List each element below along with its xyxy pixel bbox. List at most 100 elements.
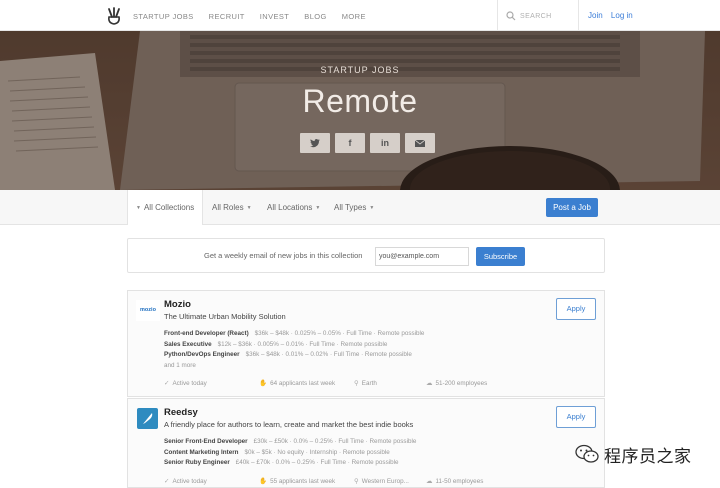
filter-roles[interactable]: All Roles ▼: [204, 190, 260, 224]
join-link[interactable]: Join: [588, 11, 603, 20]
twitter-icon: [310, 138, 320, 147]
hero-subtitle: STARTUP JOBS: [320, 65, 400, 75]
wechat-icon: [575, 444, 599, 463]
login-link[interactable]: Log in: [611, 11, 633, 20]
job-row[interactable]: Senior Ruby Engineer £40k – £70k · 0.0% –…: [164, 459, 416, 470]
applicants-count: ✋ 55 applicants last week: [259, 477, 335, 485]
facebook-icon: f: [348, 138, 352, 148]
reedsy-logo[interactable]: [137, 408, 158, 429]
job-row[interactable]: Sales Executive $12k – $36k · 0.005% – 0.…: [164, 341, 424, 352]
activity-icon: ✓: [164, 478, 170, 485]
filter-types[interactable]: All Types ▼: [326, 190, 382, 224]
nav-more[interactable]: MORE: [342, 12, 366, 21]
job-details: £40k – £70k · 0.0% – 0.25% · Full Time ·…: [235, 459, 399, 466]
applicants-count: ✋ 64 applicants last week: [259, 379, 335, 387]
size-text: 11-50 employees: [435, 478, 484, 485]
company-size: ☁ 11-50 employees: [426, 477, 483, 485]
caret-down-icon: ▼: [369, 205, 375, 211]
company-size: ☁ 51-200 employees: [426, 379, 487, 387]
activity-text: Active today: [172, 478, 207, 485]
search-input[interactable]: [520, 9, 576, 23]
subscribe-button[interactable]: Subscribe: [476, 247, 525, 266]
job-title[interactable]: Python/DevOps Engineer: [164, 351, 240, 358]
activity-status: ✓ Active today: [164, 379, 207, 387]
share-twitter-button[interactable]: [300, 133, 330, 153]
filter-types-label: All Types: [334, 203, 367, 212]
job-row[interactable]: Content Marketing Intern $0k – $5k · No e…: [164, 449, 416, 460]
location-text: Earth: [361, 380, 377, 387]
nav-startup-jobs[interactable]: STARTUP JOBS: [133, 12, 194, 21]
filter-locations[interactable]: All Locations ▼: [259, 190, 328, 224]
job-row[interactable]: Front-end Developer (React) $36k – $48k ·…: [164, 330, 424, 341]
filter-bar: ▼ All Collections All Roles ▼ All Location…: [0, 190, 720, 225]
company-card-mozio: mozio Mozio The Ultimate Urban Mobility …: [127, 290, 605, 397]
filter-collections-label: All Collections: [143, 203, 195, 212]
post-job-button[interactable]: Post a Job: [546, 198, 598, 217]
share-email-button[interactable]: [405, 133, 435, 153]
filter-collections[interactable]: ▼ All Collections: [127, 190, 204, 225]
filter-roles-label: All Roles: [212, 203, 244, 212]
applicants-text: 55 applicants last week: [270, 478, 336, 485]
job-details: $36k – $48k · 0.01% – 0.02% · Full Time …: [245, 351, 412, 358]
share-buttons: f in: [300, 133, 440, 153]
nav-blog[interactable]: BLOG: [304, 12, 326, 21]
apply-button[interactable]: Apply: [556, 406, 596, 428]
angellist-logo-icon[interactable]: [104, 6, 124, 26]
activity-status: ✓ Active today: [164, 477, 207, 485]
job-details: $12k – $36k · 0.005% – 0.01% · Full Time…: [217, 340, 388, 348]
email-icon: [415, 139, 425, 147]
applicants-icon: ✋: [259, 380, 268, 387]
job-title[interactable]: Senior Ruby Engineer: [164, 459, 230, 466]
company-name[interactable]: Reedsy: [164, 407, 198, 418]
job-title[interactable]: Front-end Developer (React): [164, 330, 249, 337]
filter-locations-label: All Locations: [267, 203, 313, 212]
location-text: Western Europ...: [361, 478, 409, 485]
caret-down-icon: ▼: [136, 205, 141, 211]
reedsy-quill-icon: [143, 413, 153, 424]
caret-down-icon: ▼: [315, 205, 321, 211]
company-tagline: A friendly place for authors to learn, c…: [164, 420, 414, 429]
job-details: $0k – $5k · No equity · Internship · Rem…: [244, 448, 390, 456]
search-box: [497, 0, 579, 31]
job-row[interactable]: Python/DevOps Engineer $36k – $48k · 0.01…: [164, 351, 424, 362]
share-linkedin-button[interactable]: in: [370, 133, 400, 153]
location-pin-icon: ⚲: [354, 478, 359, 485]
applicants-text: 64 applicants last week: [270, 380, 336, 387]
watermark-text: 程序员之家: [604, 446, 692, 467]
watermark: 程序员之家: [575, 443, 692, 467]
subscribe-email-input[interactable]: [375, 247, 469, 266]
company-location: ⚲ Western Europ...: [354, 477, 409, 485]
caret-down-icon: ▼: [246, 205, 252, 211]
job-list: Front-end Developer (React) $36k – $48k ·…: [164, 330, 424, 369]
size-text: 51-200 employees: [435, 380, 488, 387]
company-tagline: The Ultimate Urban Mobility Solution: [164, 312, 286, 321]
employees-icon: ☁: [426, 478, 433, 485]
company-card-reedsy: Reedsy A friendly place for authors to l…: [127, 398, 605, 488]
company-location: ⚲ Earth: [354, 379, 377, 387]
company-name[interactable]: Mozio: [164, 299, 191, 310]
activity-text: Active today: [172, 380, 207, 387]
job-row[interactable]: Senior Front-End Developer £30k – £50k · …: [164, 438, 416, 449]
share-facebook-button[interactable]: f: [335, 133, 365, 153]
hero-title: Remote: [302, 83, 418, 119]
job-title[interactable]: Content Marketing Intern: [164, 449, 239, 456]
nav-links: STARTUP JOBS RECRUIT INVEST BLOG MORE: [133, 12, 381, 21]
employees-icon: ☁: [426, 380, 433, 387]
nav-invest[interactable]: INVEST: [260, 12, 290, 21]
top-nav: STARTUP JOBS RECRUIT INVEST BLOG MORE Jo…: [0, 0, 720, 31]
search-icon: [506, 11, 516, 21]
auth-links: Join Log in: [588, 11, 639, 20]
mozio-logo-text: mozio: [140, 307, 156, 313]
apply-button[interactable]: Apply: [556, 298, 596, 320]
location-pin-icon: ⚲: [354, 380, 359, 387]
mozio-logo[interactable]: mozio: [136, 300, 160, 321]
job-title[interactable]: Senior Front-End Developer: [164, 438, 248, 445]
job-details: $36k – $48k · 0.025% – 0.05% · Full Time…: [254, 330, 425, 337]
hero-banner: STARTUP JOBS Remote f in: [0, 31, 720, 190]
subscribe-text: Get a weekly email of new jobs in this c…: [204, 251, 363, 260]
linkedin-icon: in: [381, 138, 389, 148]
more-jobs-link[interactable]: and 1 more: [164, 362, 424, 369]
nav-recruit[interactable]: RECRUIT: [209, 12, 245, 21]
job-title[interactable]: Sales Executive: [164, 341, 212, 348]
job-details: £30k – £50k · 0.0% – 0.25% · Full Time ·…: [253, 438, 417, 445]
